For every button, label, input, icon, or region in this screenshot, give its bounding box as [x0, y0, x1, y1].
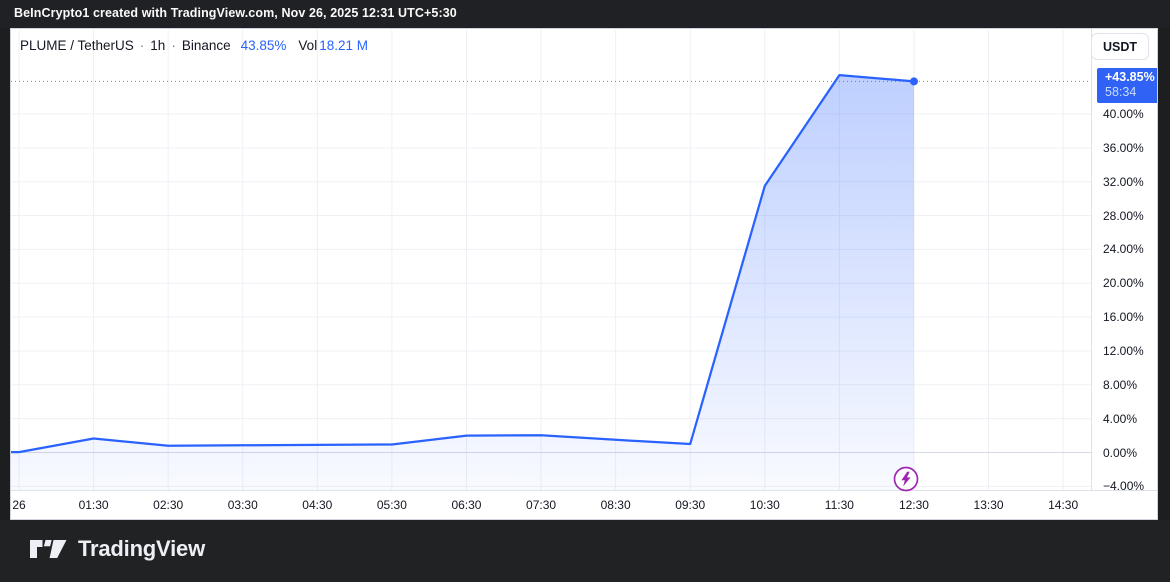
y-axis-label: −4.00% — [1103, 478, 1144, 494]
x-axis-label: 12:30 — [886, 491, 942, 519]
change-percent: 43.85% — [241, 38, 287, 53]
lightning-icon — [892, 465, 920, 493]
badge-countdown: 58:34 — [1105, 85, 1158, 100]
footer-bar: TradingView — [0, 520, 1170, 582]
y-axis-label: 40.00% — [1103, 106, 1144, 122]
last-price-badge: +43.85% 58:34 — [1097, 68, 1158, 103]
y-axis-label: 4.00% — [1103, 411, 1137, 427]
y-axis-label: 0.00% — [1103, 445, 1137, 461]
tradingview-wordmark: TradingView — [78, 536, 205, 562]
volume-value: 18.21 M — [319, 38, 368, 53]
x-axis-label: 26 — [10, 491, 47, 519]
tradingview-logo-icon — [28, 535, 68, 563]
x-axis-label: 07:30 — [513, 491, 569, 519]
event-marker[interactable] — [892, 465, 920, 493]
y-axis-label: 36.00% — [1103, 140, 1144, 156]
chart-legend: PLUME / TetherUS · 1h · Binance 43.85% V… — [20, 38, 368, 53]
price-chart[interactable] — [11, 29, 1158, 520]
tradingview-link[interactable]: TradingView — [28, 535, 205, 563]
y-axis-label: 20.00% — [1103, 275, 1144, 291]
x-axis-label: 14:30 — [1035, 491, 1091, 519]
y-axis-label: 16.00% — [1103, 309, 1144, 325]
y-axis-label: 28.00% — [1103, 208, 1144, 224]
x-axis-label: 06:30 — [438, 491, 494, 519]
x-axis-label: 01:30 — [66, 491, 122, 519]
x-axis-label: 10:30 — [737, 491, 793, 519]
y-axis-label: 32.00% — [1103, 174, 1144, 190]
x-axis-label: 02:30 — [140, 491, 196, 519]
x-axis-label: 08:30 — [588, 491, 644, 519]
y-axis-label: 24.00% — [1103, 241, 1144, 257]
x-axis-label: 05:30 — [364, 491, 420, 519]
x-axis-label: 11:30 — [811, 491, 867, 519]
attribution-bar: BeInCrypto1 created with TradingView.com… — [0, 0, 1170, 28]
x-axis-label: 13:30 — [961, 491, 1017, 519]
badge-change-value: +43.85% — [1105, 70, 1158, 85]
x-axis-label: 09:30 — [662, 491, 718, 519]
y-axis-label: 12.00% — [1103, 343, 1144, 359]
y-axis-label: 8.00% — [1103, 377, 1137, 393]
exchange-label[interactable]: Binance — [182, 38, 231, 53]
time-scale[interactable]: 26 01:30 02:30 03:30 04:30 05:30 06:30 07:30 08:… — [11, 491, 1091, 520]
chart-panel: PLUME / TetherUS · 1h · Binance 43.85% V… — [10, 28, 1158, 520]
interval-label[interactable]: 1h — [150, 38, 165, 53]
legend-separator: · — [171, 38, 176, 53]
x-axis-label: 04:30 — [289, 491, 345, 519]
x-axis-label: 03:30 — [215, 491, 271, 519]
volume-label: Vol — [298, 38, 317, 53]
symbol-name[interactable]: PLUME / TetherUS — [20, 38, 134, 53]
attribution-text: BeInCrypto1 created with TradingView.com… — [14, 6, 457, 20]
legend-separator: · — [140, 38, 145, 53]
currency-toggle-button[interactable]: USDT — [1091, 33, 1149, 60]
